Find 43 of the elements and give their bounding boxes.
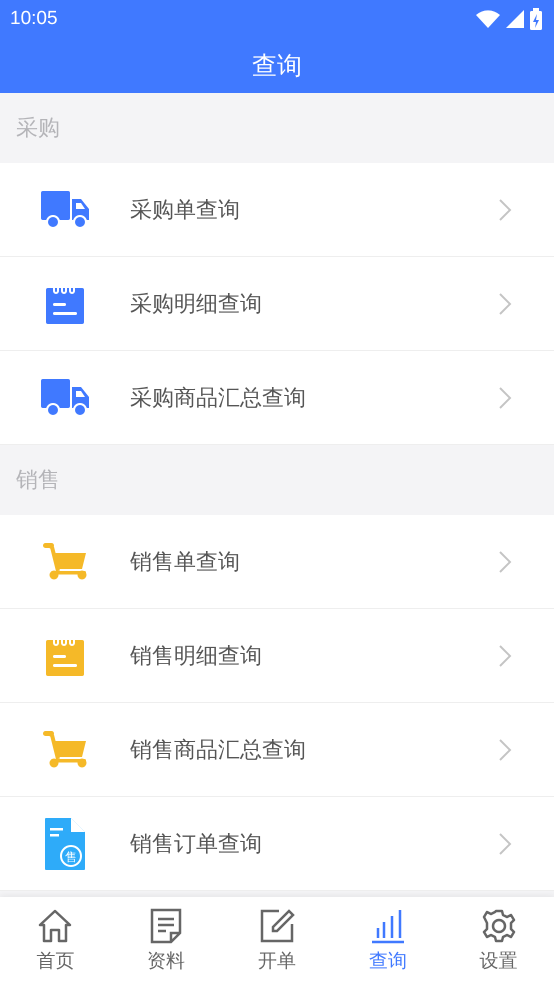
menu-item[interactable]: 采购单查询 (0, 163, 554, 257)
nav-tab[interactable]: 开单 (222, 897, 332, 984)
menu-item[interactable]: 售 销售订单查询 (0, 797, 554, 891)
truck-icon (40, 378, 90, 416)
nav-tab[interactable]: 资料 (110, 897, 222, 984)
menu-item[interactable]: 采购商品汇总查询 (0, 351, 554, 445)
menu-item[interactable]: 销售商品汇总查询 (0, 703, 554, 797)
item-label: 采购商品汇总查询 (130, 384, 307, 412)
wifi-icon (476, 10, 500, 28)
item-label: 销售明细查询 (130, 642, 263, 670)
item-label: 销售单查询 (130, 548, 241, 576)
status-time: 10:05 (10, 8, 58, 30)
page-title: 查询 (252, 50, 302, 82)
menu-item[interactable]: 销售明细查询 (0, 609, 554, 703)
chevron-icon (498, 386, 512, 410)
chevron-icon (498, 644, 512, 668)
battery-icon (530, 8, 542, 30)
item-label: 采购明细查询 (130, 290, 263, 318)
nav-tab[interactable]: 设置 (443, 897, 554, 984)
menu-item[interactable]: 销售单查询 (0, 515, 554, 609)
chevron-icon (498, 738, 512, 762)
menu-item[interactable]: 采购明细查询 (0, 257, 554, 351)
chevron-icon (498, 292, 512, 316)
item-label: 销售订单查询 (130, 830, 263, 858)
item-label: 采购单查询 (130, 196, 241, 224)
cart-icon (42, 542, 88, 580)
truck-icon (40, 190, 90, 228)
document-icon: 售 (44, 816, 86, 870)
cart-icon (42, 730, 88, 768)
section-title: 销售 (15, 467, 61, 495)
nav-tab[interactable]: 首页 (0, 897, 111, 984)
settings-icon (480, 908, 517, 944)
home-icon (37, 908, 74, 944)
item-label: 销售商品汇总查询 (130, 736, 307, 764)
chevron-icon (498, 550, 512, 574)
nav-tab[interactable]: 查询 (332, 897, 444, 984)
chevron-icon (498, 198, 512, 222)
signal-icon (506, 10, 524, 28)
section-title: 采购 (15, 115, 61, 143)
chevron-icon (498, 832, 512, 856)
edit-icon (258, 908, 295, 944)
document-icon (149, 908, 184, 944)
bar-chart-icon (370, 908, 406, 944)
